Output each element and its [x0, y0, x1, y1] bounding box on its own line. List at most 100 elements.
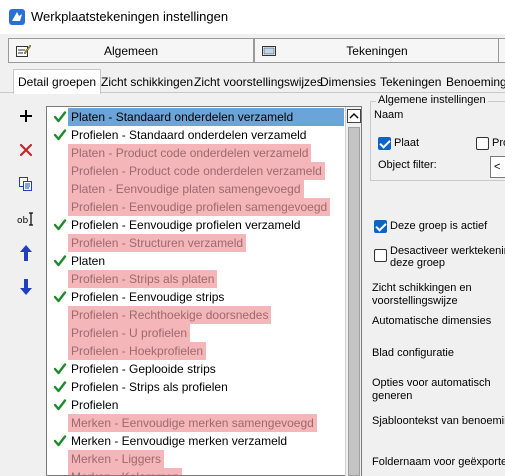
list-item[interactable]: Profielen - Standaard onderdelen verzame… [48, 126, 345, 144]
list-item[interactable]: Profielen - U profielen [48, 324, 345, 342]
disable-drawings-checkbox[interactable] [374, 249, 387, 262]
list-item[interactable]: Profielen - Strips als profielen [48, 378, 345, 396]
tab-zicht-voorstellingswijzes-label: Zicht voorstellingswijzes [194, 75, 323, 89]
list-item-label: Profielen - Eenvoudige profielen verzame… [71, 218, 301, 232]
tab-benoemingen-label: Benoeminge [446, 75, 505, 89]
general-settings-title: Algemene instellingen [376, 94, 488, 106]
group-active-label: Deze groep is actief [390, 220, 488, 232]
checkmark-icon [53, 363, 67, 375]
checkmark-icon [53, 291, 67, 303]
auto-options-label-1: Opties voor automatisch [372, 377, 491, 389]
list-item[interactable]: Profielen - Eenvoudige profielen samenge… [48, 198, 345, 216]
list-item-label: Profielen - Geplooide strips [71, 362, 216, 376]
tab-zicht-voorstellingswijzes[interactable]: Zicht voorstellingswijzes [190, 71, 327, 93]
drawing-sheet-icon [262, 46, 276, 56]
window-title: Werkplaatstekeningen instellingen [31, 9, 229, 24]
list-item[interactable]: Profielen - Eenvoudige strips [48, 288, 345, 306]
group-active-checkbox[interactable] [374, 220, 387, 233]
detail-groups-list[interactable]: Platen - Standaard onderdelen verzameld P… [46, 106, 362, 476]
list-item[interactable]: Merken - Kolommen [48, 468, 345, 475]
tab-dimensies[interactable]: Dimensies [316, 71, 380, 93]
profile-checkbox[interactable] [476, 137, 489, 150]
plate-label: Plaat [394, 137, 420, 149]
list-item[interactable]: Profielen - Rechthoekige doorsnedes [48, 306, 345, 324]
plate-checkbox[interactable] [378, 137, 391, 150]
scroll-thumb[interactable] [348, 127, 360, 476]
tab-tekeningen[interactable]: Tekeningen [254, 38, 500, 63]
tab-tekeningen-sub-label: Tekeningen [380, 75, 442, 89]
tab-tekeningen-label: Tekeningen [346, 43, 408, 58]
disable-drawings-label-1: Desactiveer werktekenin [390, 245, 505, 257]
tab-detail-groepen[interactable]: Detail groepen [13, 69, 102, 94]
checkmark-icon [53, 129, 67, 141]
move-up-button[interactable] [13, 240, 39, 266]
list-item-label: Platen - Product code onderdelen verzame… [68, 144, 312, 162]
list-item-label: Profielen - Strips als platen [68, 270, 218, 288]
list-item[interactable]: Profielen - Product code onderdelen verz… [48, 162, 345, 180]
scroll-up-button[interactable] [347, 109, 361, 123]
list-item-label: Merken - Kolommen [68, 468, 183, 475]
list-item[interactable]: Merken - Eenvoudige merken samengevoegd [48, 414, 345, 432]
tab-zicht-schikkingen[interactable]: Zicht schikkingen [97, 71, 197, 93]
title-bar: Werkplaatstekeningen instellingen [0, 0, 505, 34]
list-item[interactable]: Profielen - Geplooide strips [48, 360, 345, 378]
template-text-label: Sjabloontekst van benoemin [372, 415, 505, 427]
tab-algemeen[interactable]: Algemeen [8, 38, 254, 63]
copy-group-button[interactable] [13, 171, 39, 197]
plus-icon [20, 110, 32, 122]
checkmark-icon [53, 381, 67, 393]
profile-label: Pro [492, 137, 505, 149]
list-item-label: Merken - Liggers [68, 450, 165, 468]
list-scrollbar[interactable] [345, 107, 361, 476]
checkmark-icon [53, 399, 67, 411]
tab-dimensies-label: Dimensies [320, 75, 377, 89]
list-item-label: Profielen - U profielen [68, 324, 191, 342]
list-item[interactable]: Platen - Eenvoudige platen samengevoegd [48, 180, 345, 198]
checkmark-icon [53, 111, 67, 123]
list-item-label: Profielen - Structuren verzameld [68, 234, 247, 252]
disable-drawings-label-2: deze groep [390, 257, 446, 269]
auto-options-label-2: generen [372, 390, 413, 402]
list-item[interactable]: Platen - Standaard onderdelen verzameld [48, 108, 345, 126]
tab-tekeningen-sub[interactable]: Tekeningen [376, 71, 445, 93]
list-item-label: Profielen - Strips als profielen [71, 380, 228, 394]
arrow-up-icon [20, 245, 32, 261]
object-filter-input[interactable]: < [490, 156, 505, 178]
views-label-2: voorstellingswijze [372, 295, 458, 307]
tab-zicht-schikkingen-label: Zicht schikkingen [101, 75, 194, 89]
list-item[interactable]: Merken - Eenvoudige merken verzameld [48, 432, 345, 450]
tab-algemeen-label: Algemeen [103, 43, 159, 58]
list-item-label: Profielen - Hoekprofielen [68, 342, 207, 360]
rename-group-button[interactable]: ob [13, 206, 39, 232]
list-item[interactable]: Profielen [48, 396, 345, 414]
list-item-label: Platen [71, 254, 106, 268]
list-item[interactable]: Profielen - Structuren verzameld [48, 234, 345, 252]
app-logo-icon [9, 9, 25, 25]
list-item[interactable]: Platen [48, 252, 345, 270]
views-label-1: Zicht schikkingen en [372, 282, 472, 294]
tab-detail-groepen-label: Detail groepen [18, 75, 97, 89]
add-group-button[interactable] [13, 103, 39, 129]
folder-name-label: Foldernaam voor geëxporte [372, 456, 505, 468]
list-item-label: Profielen - Eenvoudige profielen samenge… [68, 198, 331, 216]
move-down-button[interactable] [13, 274, 39, 300]
list-item[interactable]: Profielen - Hoekprofielen [48, 342, 345, 360]
delete-group-button[interactable] [13, 137, 39, 163]
list-item-label: Platen - Standaard onderdelen verzameld [68, 108, 344, 126]
object-filter-label: Object filter: [378, 159, 437, 171]
list-item-label: Profielen - Standaard onderdelen verzame… [71, 128, 307, 142]
list-item-label: Profielen [71, 398, 119, 412]
checkmark-icon [53, 435, 67, 447]
list-item[interactable]: Merken - Liggers [48, 450, 345, 468]
auto-dims-label: Automatische dimensies [372, 315, 492, 327]
tab-overflow[interactable] [498, 38, 505, 63]
tab-benoemingen[interactable]: Benoeminge [442, 71, 505, 93]
chevron-up-icon [349, 113, 359, 119]
list-item[interactable]: Platen - Product code onderdelen verzame… [48, 144, 345, 162]
list-item-label: Profielen - Rechthoekige doorsnedes [68, 306, 272, 324]
svg-text:ob: ob [17, 216, 29, 226]
checkmark-icon [53, 219, 67, 231]
list-item[interactable]: Profielen - Strips als platen [48, 270, 345, 288]
arrow-down-icon [20, 279, 32, 295]
list-item[interactable]: Profielen - Eenvoudige profielen verzame… [48, 216, 345, 234]
